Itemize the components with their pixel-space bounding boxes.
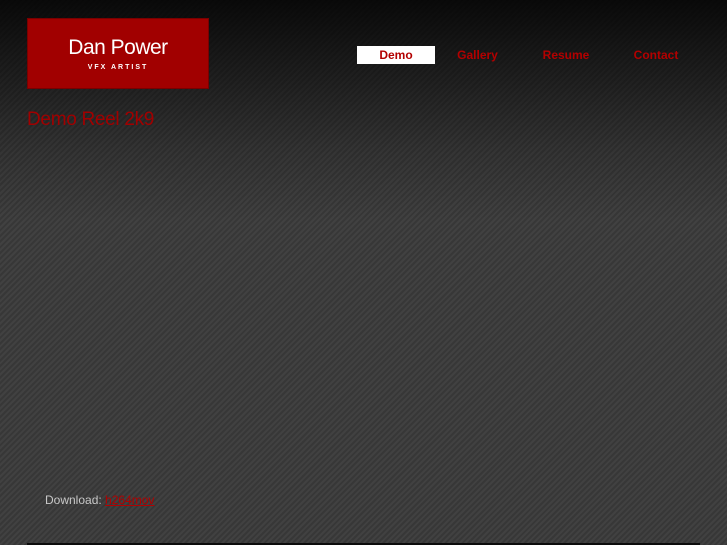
download-link[interactable]: h264mov <box>105 493 154 507</box>
main-nav: Demo Gallery Resume Contact <box>357 46 700 64</box>
nav-item-contact[interactable]: Contact <box>612 46 700 64</box>
logo-tagline: VFX ARTIST <box>87 64 149 71</box>
download-section: Download: h264mov <box>45 493 154 508</box>
site-logo[interactable]: Dan Power VFX ARTIST <box>27 18 209 89</box>
download-label: Download: <box>45 493 102 507</box>
page-title: Demo Reel 2k9 <box>27 109 155 130</box>
nav-item-resume[interactable]: Resume <box>520 46 612 64</box>
nav-item-demo[interactable]: Demo <box>357 46 435 64</box>
nav-item-gallery[interactable]: Gallery <box>435 46 520 64</box>
logo-name: Dan Power <box>68 36 168 59</box>
